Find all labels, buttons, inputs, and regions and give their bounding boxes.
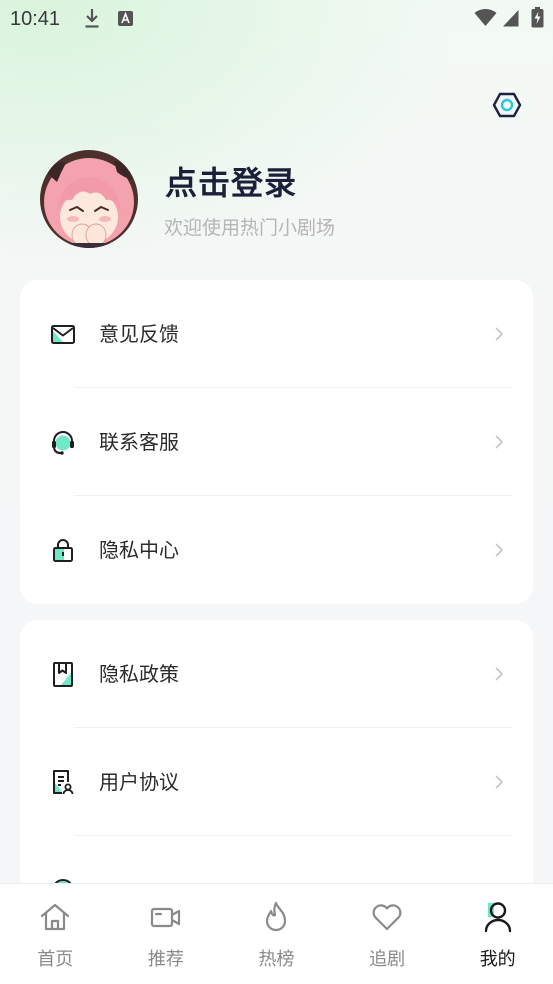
nav-label: 推荐	[147, 949, 184, 970]
flame-icon	[266, 901, 287, 932]
menu-item-label: 隐私政策	[99, 662, 179, 686]
home-icon	[41, 903, 70, 931]
bottom-nav: 首页 推荐 热榜 追剧 我的	[0, 883, 553, 984]
chevron-right-icon	[495, 543, 504, 557]
menu-item-feedback[interactable]: 意见反馈	[20, 280, 533, 388]
chevron-right-icon	[495, 775, 504, 789]
nav-recommend[interactable]: 推荐	[111, 884, 222, 984]
chevron-right-icon	[495, 435, 504, 449]
wifi-icon	[474, 8, 497, 26]
menu-item-privacy-center[interactable]: 隐私中心	[20, 496, 533, 604]
chevron-right-icon	[495, 327, 504, 341]
menu-item-label: 意见反馈	[99, 322, 179, 346]
signal-icon	[503, 10, 519, 27]
headset-icon	[52, 431, 74, 455]
person-icon	[484, 902, 511, 933]
nav-label: 追剧	[369, 949, 406, 970]
settings-button[interactable]	[492, 91, 522, 119]
avatar[interactable]	[40, 150, 138, 248]
nav-profile[interactable]: 我的	[442, 884, 553, 984]
battery-charging-icon	[531, 7, 544, 28]
input-method-icon	[118, 11, 133, 26]
anime-avatar-image	[40, 150, 138, 248]
settings-hexagon-icon	[492, 92, 522, 118]
status-time: 10:41	[10, 8, 61, 30]
nav-following[interactable]: 追剧	[332, 884, 443, 984]
menu-item-user-agreement[interactable]: 用户协议	[20, 728, 533, 836]
nav-label: 我的	[479, 949, 516, 970]
nav-label: 热榜	[258, 949, 295, 970]
nav-label: 首页	[37, 949, 74, 970]
nav-hot-list[interactable]: 热榜	[221, 884, 332, 984]
welcome-subtitle: 欢迎使用热门小剧场	[164, 217, 336, 239]
download-icon	[85, 9, 99, 28]
lock-icon	[53, 539, 73, 562]
bookmark-document-icon	[53, 662, 73, 687]
menu-card-primary: 意见反馈 联系客服 隐私中心	[20, 280, 533, 604]
menu-item-label: 隐私中心	[99, 538, 179, 562]
menu-item-label: 联系客服	[99, 430, 179, 454]
chevron-right-icon	[495, 667, 504, 681]
login-prompt[interactable]: 点击登录	[165, 163, 297, 203]
video-icon	[150, 907, 180, 928]
menu-item-privacy-policy[interactable]: 隐私政策	[20, 620, 533, 728]
nav-home[interactable]: 首页	[0, 884, 111, 984]
menu-item-customer-service[interactable]: 联系客服	[20, 388, 533, 496]
user-agreement-icon	[53, 770, 74, 795]
heart-icon	[372, 904, 402, 931]
menu-item-label: 用户协议	[99, 770, 179, 794]
mail-icon	[51, 325, 75, 344]
status-bar: 10:41	[0, 0, 553, 38]
